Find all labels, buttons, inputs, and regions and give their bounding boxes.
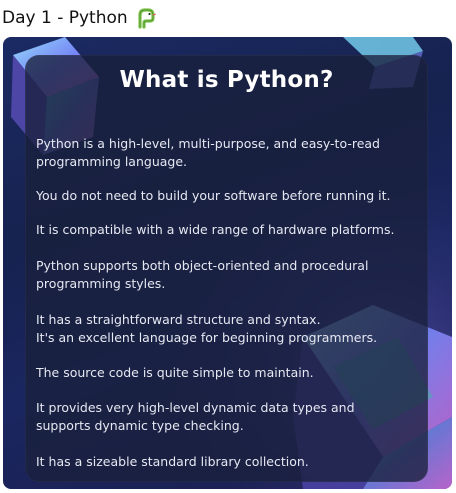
point-line: supports dynamic type checking.	[36, 418, 244, 433]
point-line: Python is a high-level, multi-purpose, a…	[36, 136, 380, 151]
point-line: The source code is quite simple to maint…	[36, 365, 314, 380]
card-heading: What is Python?	[119, 67, 334, 93]
point-item: It has a sizeable standard library colle…	[36, 453, 421, 471]
point-line: It provides very high-level dynamic data…	[36, 400, 355, 415]
post-title-text: Day 1 - Python	[2, 8, 128, 28]
point-item: Python supports both object-oriented and…	[36, 257, 421, 293]
point-line: It has a straightforward structure and s…	[36, 312, 321, 327]
point-line: Python supports both object-oriented and…	[36, 258, 369, 273]
point-line: programming styles.	[36, 276, 166, 291]
point-line: It is compatible with a wide range of ha…	[36, 222, 395, 237]
post-title: Day 1 - Python	[2, 5, 158, 31]
point-item: It provides very high-level dynamic data…	[36, 399, 421, 435]
point-item: Python is a high-level, multi-purpose, a…	[36, 135, 421, 171]
point-item: It is compatible with a wide range of ha…	[36, 221, 421, 239]
point-item: The source code is quite simple to maint…	[36, 364, 421, 382]
point-line: It's an excellent language for beginning…	[36, 330, 378, 345]
point-line: You do not need to build your software b…	[36, 188, 391, 203]
point-item: You do not need to build your software b…	[36, 187, 421, 205]
content-panel: What is Python? Python is a high-level, …	[25, 55, 428, 482]
point-line: programming language.	[36, 154, 188, 169]
infographic-card: What is Python? Python is a high-level, …	[3, 37, 452, 489]
snake-emoji-icon	[134, 7, 157, 29]
point-line: It has a sizeable standard library colle…	[36, 454, 309, 469]
point-item: It has a straightforward structure and s…	[36, 311, 421, 347]
